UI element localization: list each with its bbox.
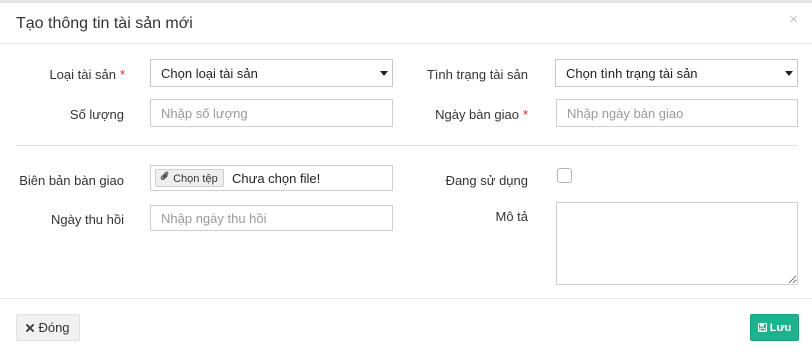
in-use-checkbox[interactable] bbox=[557, 168, 572, 183]
asset-type-select-value: Chọn loại tài sản bbox=[161, 66, 258, 81]
floppy-disk-icon bbox=[757, 323, 767, 332]
handover-date-label: Ngày bàn giao * bbox=[435, 107, 528, 122]
dialog-footer: Đóng Lưu bbox=[0, 298, 812, 352]
create-asset-dialog: Tạo thông tin tài sản mới × Loại tài sản… bbox=[0, 0, 812, 352]
description-textarea[interactable] bbox=[556, 202, 798, 285]
handover-record-label: Biên bản bàn giao bbox=[19, 173, 124, 188]
section-divider bbox=[16, 145, 797, 146]
quantity-field[interactable] bbox=[150, 99, 393, 127]
asset-type-select[interactable]: Chọn loại tài sản bbox=[150, 59, 393, 87]
file-status-text: Chưa chọn file! bbox=[232, 171, 321, 186]
close-button-label: Đóng bbox=[38, 320, 70, 335]
description-label: Mô tả bbox=[495, 209, 528, 224]
dialog-header: Tạo thông tin tài sản mới × bbox=[0, 3, 812, 44]
required-mark: * bbox=[119, 67, 125, 82]
close-icon[interactable]: × bbox=[789, 12, 798, 28]
in-use-label: Đang sử dụng bbox=[445, 173, 528, 188]
handover-date-field[interactable] bbox=[556, 99, 798, 127]
choose-file-label: Chọn tệp bbox=[173, 173, 218, 185]
close-button[interactable]: Đóng bbox=[16, 314, 80, 341]
chevron-down-icon bbox=[380, 71, 388, 76]
asset-status-label: Tình trạng tài sản bbox=[426, 67, 528, 82]
quantity-label: Số lượng bbox=[69, 107, 124, 122]
paperclip-icon bbox=[160, 171, 170, 182]
asset-status-select-value: Chọn tình trạng tài sản bbox=[566, 66, 698, 81]
dialog-title: Tạo thông tin tài sản mới bbox=[16, 15, 193, 32]
times-icon bbox=[26, 323, 35, 332]
asset-status-select[interactable]: Chọn tình trạng tài sản bbox=[555, 59, 798, 87]
recall-date-field[interactable] bbox=[150, 205, 393, 231]
recall-date-label: Ngày thu hồi bbox=[51, 212, 124, 227]
choose-file-button[interactable]: Chọn tệp bbox=[155, 169, 224, 187]
save-button[interactable]: Lưu bbox=[750, 314, 799, 341]
chevron-down-icon bbox=[785, 71, 793, 76]
required-mark: * bbox=[522, 107, 528, 122]
handover-record-file-input[interactable]: Chọn tệp Chưa chọn file! bbox=[150, 165, 393, 191]
save-button-label: Lưu bbox=[769, 321, 792, 334]
asset-type-label: Loại tài sản * bbox=[49, 67, 125, 82]
